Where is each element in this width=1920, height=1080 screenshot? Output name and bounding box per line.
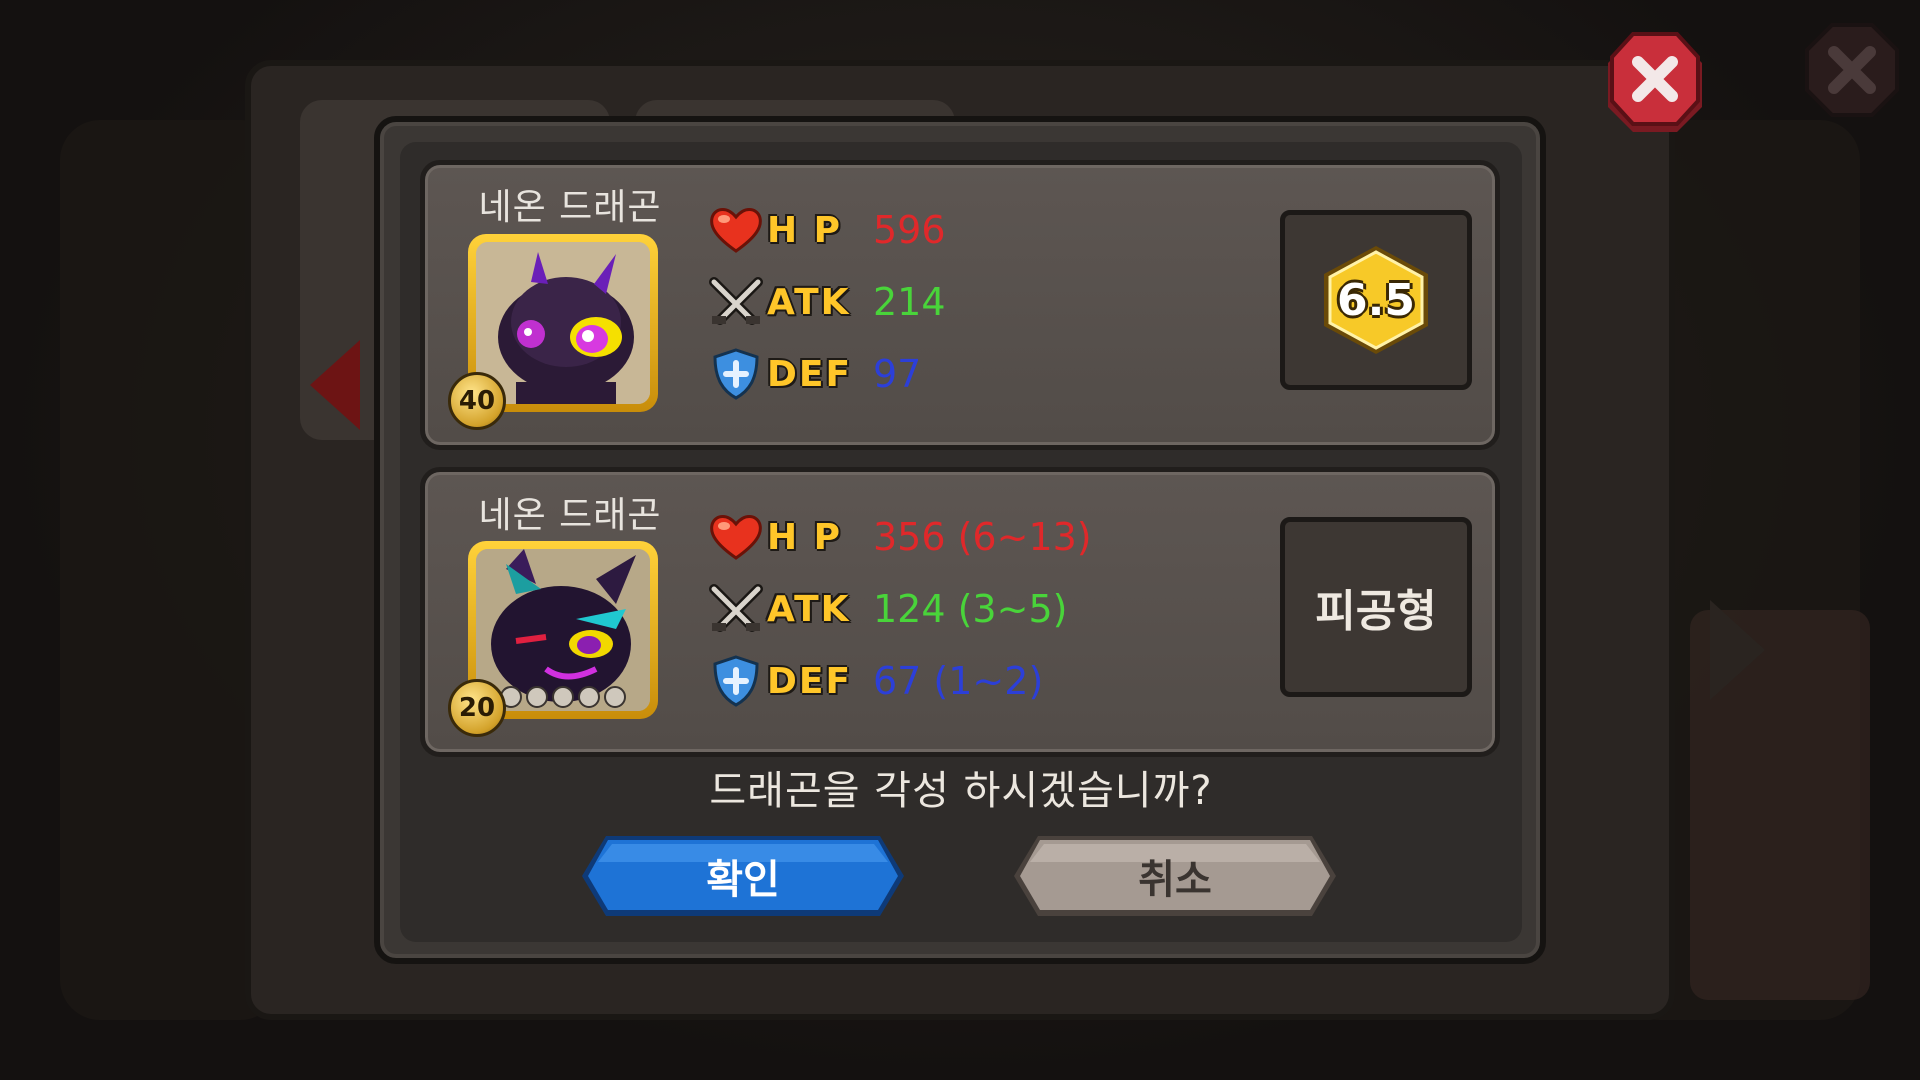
awaken-question: 드래곤을 각성 하시겠습니까? xyxy=(709,768,1213,814)
def-label: DEF xyxy=(767,353,853,395)
shield-icon xyxy=(705,346,767,402)
star-slot xyxy=(552,686,574,708)
awakened-def-value: 67 (1~2) xyxy=(873,659,1044,703)
star-slot xyxy=(578,686,600,708)
heart-icon xyxy=(705,509,767,565)
star-slot xyxy=(526,686,548,708)
star-rating xyxy=(500,686,626,708)
current-def-value: 97 xyxy=(873,352,922,396)
type-box: 피공형 xyxy=(1280,517,1472,697)
hp-label: H P xyxy=(767,516,843,558)
awakened-atk-value: 124 (3~5) xyxy=(873,587,1068,631)
atk-label: ATK xyxy=(767,281,851,323)
awakened-hp-row: H P 356 (6~13) xyxy=(705,509,1092,565)
grade-box: 6.5 xyxy=(1280,210,1472,390)
atk-label: ATK xyxy=(767,588,851,630)
awakened-dragon-name: 네온 드래곤 xyxy=(478,495,662,536)
current-atk-value: 214 xyxy=(873,280,946,324)
confirm-button[interactable]: 확인 xyxy=(578,832,908,920)
current-hp-row: H P 596 xyxy=(705,202,946,258)
current-level-badge: 40 xyxy=(448,372,506,430)
background-close-icon xyxy=(1805,23,1899,117)
current-atk-row: ATK 214 xyxy=(705,274,946,330)
star-slot xyxy=(604,686,626,708)
close-icon[interactable] xyxy=(1600,30,1710,140)
background-arrow-right xyxy=(1710,600,1765,700)
awakened-atk-row: ATK 124 (3~5) xyxy=(705,581,1067,637)
current-def-row: DEF 97 xyxy=(705,346,921,402)
dragon-type: 피공형 xyxy=(1315,586,1437,637)
awakened-level-badge: 20 xyxy=(448,679,506,737)
confirm-label: 확인 xyxy=(706,857,780,903)
cancel-label: 취소 xyxy=(1138,857,1212,903)
hp-label: H P xyxy=(767,209,843,251)
current-hp-value: 596 xyxy=(873,208,946,252)
current-dragon-name: 네온 드래곤 xyxy=(478,187,662,228)
awakened-hp-value: 356 (6~13) xyxy=(873,515,1092,559)
grade-value: 6.5 xyxy=(1337,274,1415,326)
heart-icon xyxy=(705,202,767,258)
crossed-swords-icon xyxy=(705,581,767,637)
shield-icon xyxy=(705,653,767,709)
cancel-button[interactable]: 취소 xyxy=(1010,832,1340,920)
dragon-portrait-image xyxy=(476,242,650,404)
crossed-swords-icon xyxy=(705,274,767,330)
background-arrow-left xyxy=(310,340,360,430)
def-label: DEF xyxy=(767,660,853,702)
awakened-def-row: DEF 67 (1~2) xyxy=(705,653,1043,709)
